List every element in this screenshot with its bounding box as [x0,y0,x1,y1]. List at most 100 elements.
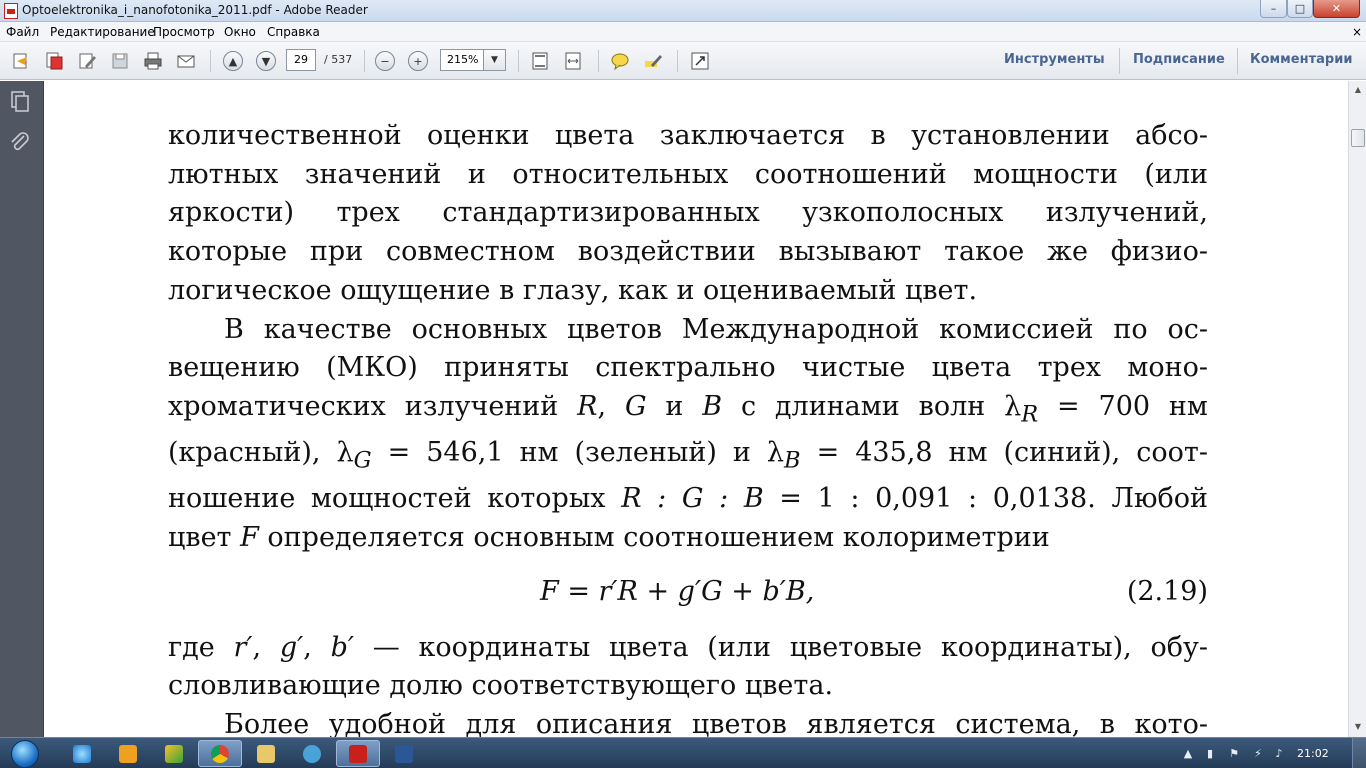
volume-icon[interactable]: ♪ [1272,747,1286,761]
equation-number: (2.19) [1126,575,1208,607]
zoom-in-button[interactable]: + [407,50,429,72]
chrome-icon [211,744,229,763]
create-icon[interactable] [10,50,32,72]
app-icon [303,744,321,763]
taskbar-explorer[interactable] [244,740,288,767]
start-button[interactable] [4,739,46,768]
menu-file[interactable]: Файл [6,25,39,39]
math-subscript: R [1021,401,1039,428]
menu-view[interactable]: Просмотр [153,25,215,39]
text-line: количественной оценки цвета заключается … [168,120,1208,151]
taskbar-media-player[interactable] [106,740,150,767]
math-subscript: G [353,447,372,474]
fit-width-icon[interactable] [562,50,584,72]
paragraph-2: В качестве основных цветов Международной… [168,311,1208,558]
text-span: (красный), [168,437,321,469]
media-player-icon [119,744,137,763]
math-symbol: r′ [233,631,253,663]
minimize-button[interactable]: – [1260,0,1287,18]
text-span: = 435,8 нм (синий), соот- [816,437,1208,469]
zoom-in-icon: + [408,51,428,71]
text-span: где [168,631,215,663]
taskbar-word[interactable] [382,740,426,767]
email-icon[interactable] [175,50,197,72]
text-span: = 546,1 нм (зеленый) и [387,437,751,469]
paragraph-3: где r′, g′, b′ — координаты цвета (или ц… [168,629,1208,706]
sign-tab[interactable]: Подписание [1133,52,1225,67]
text-span: и [665,390,684,422]
page-down-icon: ▼ [256,51,276,71]
attachments-icon[interactable] [8,131,32,155]
toolbar-separator [677,50,678,72]
taskbar-adobe-reader[interactable] [336,740,380,767]
zoom-out-button[interactable]: − [374,50,396,72]
word-icon [395,744,413,763]
menu-edit[interactable]: Редактирование [50,25,155,39]
window-title: Optoelektronika_i_nanofotonika_2011.pdf … [22,3,368,17]
print-icon[interactable] [142,50,164,72]
text-span: с длинами волн [740,390,986,422]
text-line: которые при совместном воздействии вызыв… [168,236,1208,268]
taskbar-chrome[interactable] [198,740,242,767]
math-symbol: F [240,521,259,553]
text-span: = 700 нм [1057,390,1208,422]
text-line: В качестве основных цветов Международной… [224,313,1208,345]
vertical-scrollbar[interactable]: ▲ ▼ [1348,81,1366,737]
text-span: хроматических излучений [168,390,559,422]
zoom-out-icon: − [375,51,395,71]
menu-window[interactable]: Окно [224,25,256,39]
tray-expand-icon[interactable]: ▲ [1181,747,1195,761]
text-line: где r′, g′, b′ — координаты цвета (или ц… [168,631,1208,663]
math-symbol: R [577,390,598,422]
show-desktop-button[interactable] [1352,738,1366,768]
math-symbol: λ [1004,390,1022,422]
maximize-button[interactable]: □ [1287,0,1313,18]
document-area: количественной оценки цвета заключается … [45,81,1348,737]
zoom-dropdown-button[interactable]: ▼ [484,49,506,71]
page-down-button[interactable]: ▼ [255,50,277,72]
page-number-input[interactable]: 29 [286,49,316,71]
scroll-down-icon[interactable]: ▼ [1350,719,1366,735]
flag-icon[interactable]: ⚑ [1227,747,1241,761]
taskbar: ▲ ▮ ⚑ ⚡ ♪ 21:02 [0,737,1366,768]
tools-tab[interactable]: Инструменты [1004,52,1105,67]
taskbar-app[interactable] [290,740,334,767]
toolbar-separator [518,50,519,72]
paragraph-4: Более удобной для описания цветов являет… [168,706,1208,737]
close-button[interactable]: ✕ [1313,0,1360,18]
text-line: словливающие долю соответствующего цвета… [168,670,834,702]
math-symbol: b′ [330,631,354,663]
fullscreen-icon[interactable] [689,50,711,72]
comments-tab[interactable]: Комментарии [1250,52,1352,67]
adobe-reader-icon [4,3,18,19]
adobe-reader-icon [349,744,367,763]
scroll-up-icon[interactable]: ▲ [1350,82,1366,98]
comment-icon[interactable] [609,50,631,72]
windows-orb-icon [11,739,39,768]
math-symbol: λ [336,437,354,469]
network-icon[interactable]: ▮ [1203,747,1217,761]
menu-help[interactable]: Справка [267,25,320,39]
page-up-button[interactable]: ▲ [222,50,244,72]
toolbar-separator [598,50,599,72]
save-icon[interactable] [109,50,131,72]
edit-icon[interactable] [76,50,98,72]
taskbar-winamp[interactable] [152,740,196,767]
combine-icon[interactable] [43,50,65,72]
taskbar-ie[interactable] [60,740,104,767]
close-document-button[interactable]: × [1352,25,1362,39]
fit-page-icon[interactable] [529,50,551,72]
page-up-icon: ▲ [223,51,243,71]
text-line: яркости) трех стандартизированных узкопо… [168,197,1208,229]
zoom-input[interactable]: 215% [440,49,484,71]
power-icon[interactable]: ⚡ [1251,747,1265,761]
toolbar-separator [210,50,211,72]
text-line: (красный), λG = 546,1 нм (зеленый) и λB … [168,434,1208,480]
clock[interactable]: 21:02 [1297,747,1329,760]
highlight-icon[interactable] [642,50,664,72]
equation-body: F = r′R + g′G + b′B, [540,575,815,607]
pages-icon[interactable] [8,89,32,113]
scroll-thumb[interactable] [1351,129,1365,147]
math-symbol: B [702,390,723,422]
text-line: вещению (МКО) приняты спектрально чистые… [168,352,1208,384]
